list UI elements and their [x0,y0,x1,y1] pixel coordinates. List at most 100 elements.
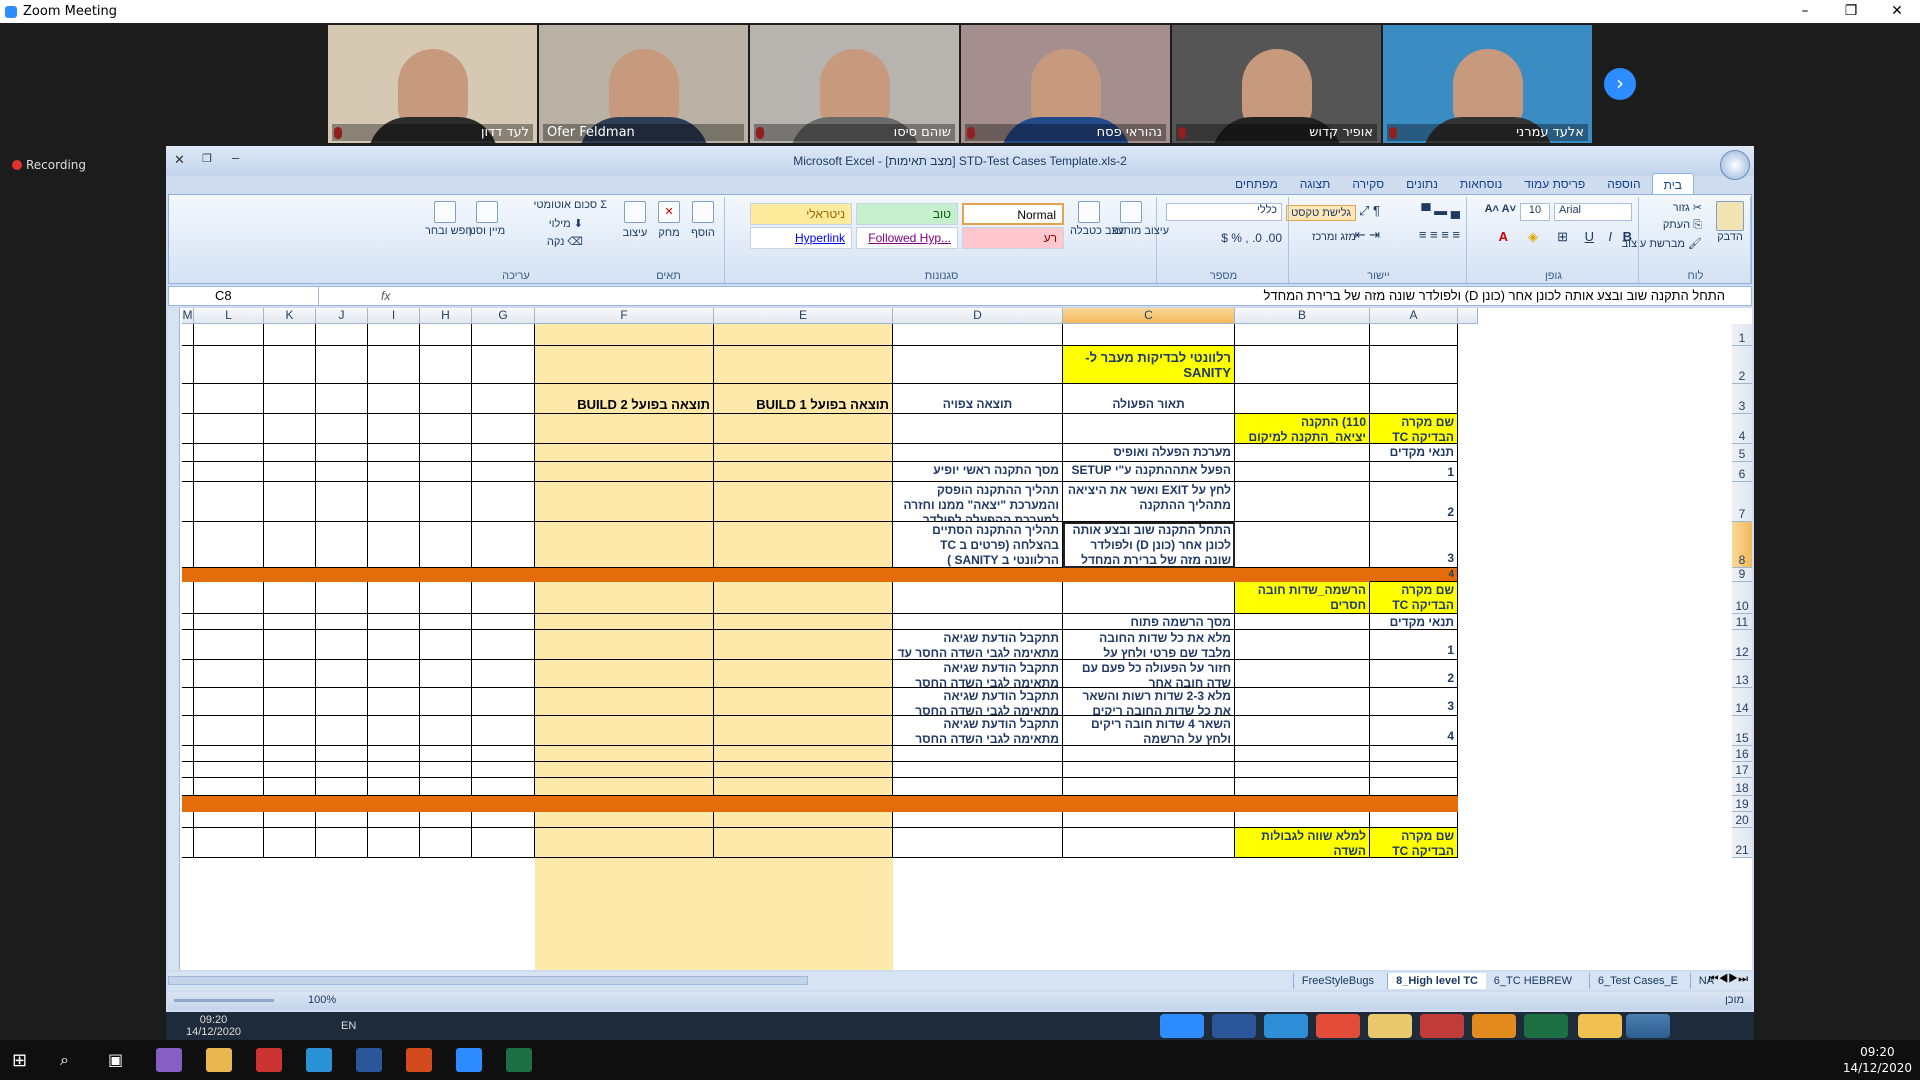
grid-cell[interactable] [893,346,1063,384]
grid-cell[interactable] [316,462,368,482]
sheet-tab-active[interactable]: 8_High level TC [1387,973,1486,989]
cell-f3[interactable]: תוצאה בפועל BUILD 2 [535,384,714,414]
grid-cell[interactable] [368,660,420,688]
grid-cell[interactable] [535,778,714,796]
row-header[interactable]: 17 [1732,762,1752,778]
grid-cell[interactable] [420,828,472,858]
grid-cell[interactable] [264,746,316,762]
column-header[interactable]: D [893,308,1063,324]
grid-cell[interactable] [264,582,316,614]
start-orb-icon[interactable] [1626,1014,1670,1038]
grid-cell[interactable] [1235,746,1370,762]
cell-a21[interactable]: שם מקרה הבדיקה TC [1370,828,1458,858]
word-icon[interactable] [1212,1014,1256,1038]
grid-cell[interactable] [472,614,535,630]
grid-cell[interactable] [316,746,368,762]
grid-cell[interactable] [182,582,194,614]
grid-cell[interactable] [316,660,368,688]
excel-icon[interactable] [506,1048,532,1072]
number-format-icons[interactable]: $ % , .0 .00 [1221,231,1282,245]
excel-taskbar-icon[interactable] [1524,1014,1568,1038]
grid-cell[interactable] [472,384,535,414]
grid-cell[interactable] [714,414,893,444]
column-header[interactable]: K [264,308,316,324]
row-header[interactable]: 8 [1732,522,1752,568]
screen-recorder-icon[interactable] [256,1048,282,1072]
grid-cell[interactable] [535,828,714,858]
cell-d7[interactable]: תהליך ההתקנה הופסק והמערכת "יצאה" ממנו ו… [893,482,1063,522]
grid-cell[interactable] [1235,522,1370,568]
grid-cell[interactable] [264,324,316,346]
style-hyperlink[interactable]: Hyperlink [750,227,852,249]
grid-cell[interactable] [420,384,472,414]
grid-cell[interactable] [535,324,714,346]
italic-icon[interactable]: I [1608,229,1612,244]
grid-cell[interactable] [264,444,316,462]
grid-cell[interactable] [182,746,194,762]
style-good[interactable]: טוב [856,203,958,225]
tab-insert[interactable]: הוספה [1596,173,1651,195]
task-view-icon[interactable]: ▣ [108,1050,123,1069]
office-button-icon[interactable] [1720,150,1750,180]
grid-cell[interactable] [714,582,893,614]
cell-d8[interactable]: תהליך ההתקנה הסתיים בהצלחה (פרטים ב TC ה… [893,522,1063,568]
grid-cell[interactable] [316,716,368,746]
tab-view[interactable]: תצוגה [1289,173,1342,195]
file-explorer-icon[interactable] [206,1048,232,1072]
grid-cell[interactable] [472,346,535,384]
grid-cell[interactable] [535,762,714,778]
paint-icon[interactable] [1420,1014,1464,1038]
grid-cell[interactable] [316,630,368,660]
grid-cell[interactable] [1235,812,1370,828]
grid-cell[interactable] [472,660,535,688]
grid-cell[interactable] [194,660,264,688]
style-followed-hyperlink[interactable]: Followed Hyp... [856,227,958,249]
grid-cell[interactable] [714,762,893,778]
cell-c13[interactable]: חזור על הפעולה כל פעם עם שדה חובה אחר [1063,660,1235,688]
grid-cell[interactable] [182,462,194,482]
grid-cell[interactable] [316,384,368,414]
column-header[interactable]: A [1370,308,1458,324]
cell-a11[interactable]: תנאי מקדים [1370,614,1458,630]
column-header[interactable]: C [1063,308,1235,324]
grid-cell[interactable] [316,444,368,462]
grid-cell[interactable] [420,462,472,482]
row-header[interactable]: 15 [1732,716,1752,746]
style-bad[interactable]: רע [962,227,1064,249]
format-as-table-button[interactable]: עצב כטבלה [1070,201,1124,237]
grid-cell[interactable] [368,414,420,444]
row-header[interactable]: 4 [1732,414,1752,444]
row-header[interactable]: 13 [1732,660,1752,688]
row-header[interactable]: 2 [1732,346,1752,384]
grid-cell[interactable] [1370,324,1458,346]
underline-icon[interactable]: U [1585,229,1594,244]
grid-cell[interactable] [535,630,714,660]
grid-cell[interactable] [194,828,264,858]
grid-cell[interactable] [472,716,535,746]
name-box[interactable]: C8 [169,287,319,305]
grid-cell[interactable] [194,812,264,828]
grid-cell[interactable] [535,660,714,688]
media-player-icon[interactable] [1472,1014,1516,1038]
row-header[interactable]: 18 [1732,778,1752,796]
align-text-icon[interactable]: ≡ ≡ ≡ ≡ [1419,227,1460,242]
grid-cell[interactable] [472,414,535,444]
grid-cell[interactable] [316,762,368,778]
grid-cell[interactable] [472,778,535,796]
autosum-button[interactable]: סכום אוטומטי Σ [533,199,607,211]
grid-cell[interactable] [1063,778,1235,796]
row-header[interactable]: 1 [1732,324,1752,346]
column-header[interactable]: F [535,308,714,324]
cell-a15[interactable]: 4 [1370,716,1458,746]
grid-cell[interactable] [1063,414,1235,444]
cell-a13[interactable]: 2 [1370,660,1458,688]
grid-cell[interactable] [194,582,264,614]
grid-cell[interactable] [714,716,893,746]
grid-cell[interactable] [893,762,1063,778]
grid-cell[interactable] [893,414,1063,444]
grid-cell[interactable] [420,522,472,568]
grid-cell[interactable] [368,582,420,614]
formula-input[interactable]: התחל התקנה שוב ובצע אותה לכונן אחר (כונן… [1264,287,1725,305]
chrome-icon[interactable] [1316,1014,1360,1038]
minimize-button[interactable]: – [1782,0,1828,23]
